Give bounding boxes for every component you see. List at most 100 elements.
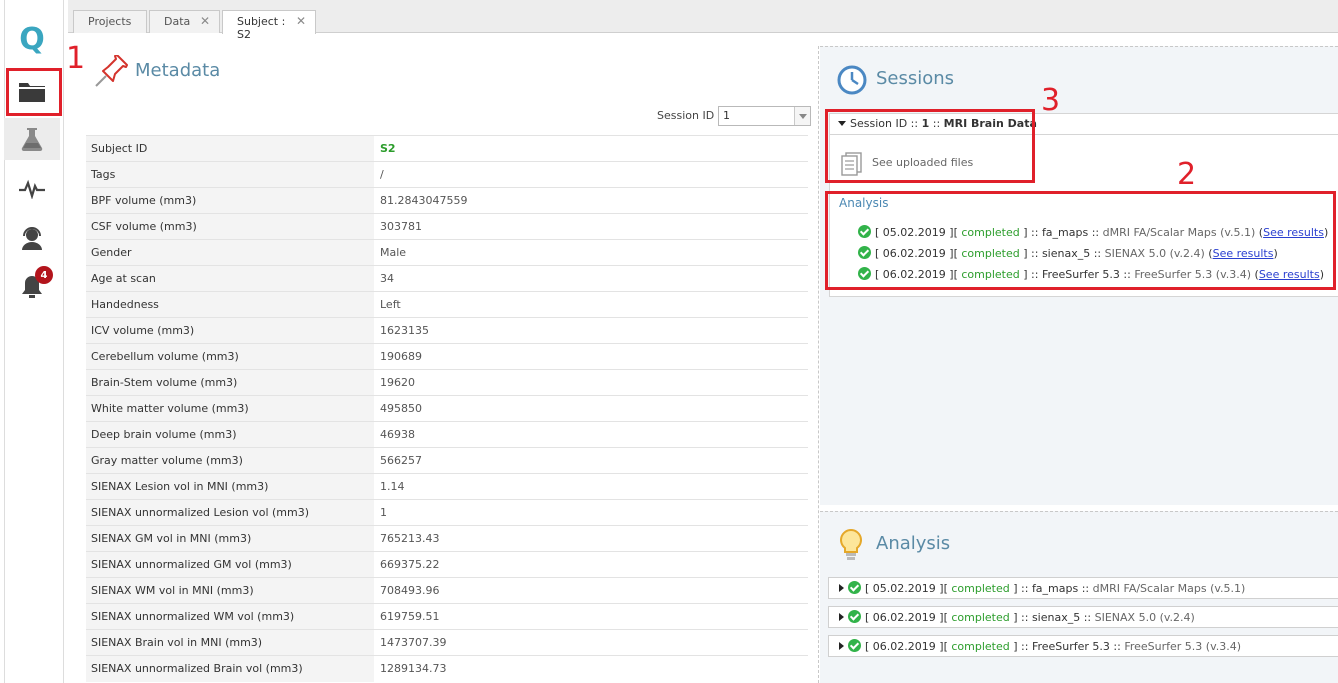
metadata-value: 619759.51 (374, 603, 808, 630)
session-header-name: MRI Brain Data (943, 117, 1037, 130)
metadata-value: 34 (374, 265, 808, 292)
analysis-status: completed (961, 226, 1020, 239)
session-header-prefix: Session ID :: (850, 117, 922, 130)
app-root: Q 4 Projects Data ✕ Subject: S2 ✕ Metad… (0, 0, 1338, 683)
session-id-value: 1 (723, 109, 730, 122)
analysis-tool: dMRI FA/Scalar Maps (v.5.1) (1102, 226, 1256, 239)
session-header-sep: :: (929, 117, 944, 130)
analysis-name: sienax_5 (1041, 247, 1091, 260)
projects-nav-button[interactable] (4, 70, 60, 112)
metadata-value: 708493.96 (374, 577, 808, 604)
metadata-key: Gray matter volume (mm3) (86, 447, 374, 474)
session-analysis-label: Analysis (839, 196, 889, 210)
notification-badge: 4 (35, 266, 53, 284)
see-results-link[interactable]: See results (1263, 226, 1324, 239)
session-analysis-row: [ 05.02.2019 ][ completed ] :: fa_maps :… (858, 225, 1328, 239)
support-agent-icon (22, 227, 42, 250)
table-row: SIENAX GM vol in MNI (mm3) 765213.43 (86, 525, 808, 552)
session-id-select[interactable]: 1 (718, 106, 811, 126)
analysis-accordion-item[interactable]: [ 05.02.2019 ][ completed ] :: fa_maps :… (828, 577, 1338, 599)
analysis-name: FreeSurfer 5.3 (1041, 268, 1120, 281)
tab-projects[interactable]: Projects (73, 10, 147, 33)
support-nav-button[interactable] (4, 217, 60, 259)
metadata-value: Male (374, 239, 808, 266)
table-row: Age at scan 34 (86, 265, 808, 292)
metadata-value: / (374, 161, 808, 188)
check-circle-icon (858, 225, 871, 238)
clock-icon (837, 65, 867, 95)
document-icon (841, 152, 862, 176)
close-icon[interactable]: ✕ (200, 14, 210, 28)
logo-q-icon: Q (19, 21, 45, 57)
triangle-right-icon (839, 613, 844, 621)
metadata-key: SIENAX unnormalized Lesion vol (mm3) (86, 499, 374, 526)
analysis-panel-title: Analysis (876, 533, 951, 554)
analysis-status: completed (951, 582, 1010, 595)
lightbulb-icon (840, 528, 862, 560)
panel-divider[interactable] (818, 46, 819, 683)
pulse-icon (19, 179, 45, 199)
tab-subject[interactable]: Subject : S2 ✕ (222, 10, 316, 41)
analysis-date: 05.02.2019 (882, 226, 946, 239)
metadata-value: 765213.43 (374, 525, 808, 552)
annotation-number-1: 1 (66, 41, 86, 76)
analysis-date: 06.02.2019 (882, 247, 946, 260)
tab-projects-label: Projects (88, 15, 132, 28)
tab-data-label: Data (164, 15, 191, 28)
metadata-key: SIENAX GM vol in MNI (mm3) (86, 525, 374, 552)
table-row: SIENAX WM vol in MNI (mm3) 708493.96 (86, 577, 808, 604)
activity-nav-button[interactable] (4, 168, 60, 210)
analysis-status: completed (961, 247, 1020, 260)
metadata-key: Deep brain volume (mm3) (86, 421, 374, 448)
metadata-key: SIENAX unnormalized Brain vol (mm3) (86, 655, 374, 682)
analysis-accordion-item[interactable]: [ 06.02.2019 ][ completed ] :: sienax_5 … (828, 606, 1338, 628)
analysis-tool: FreeSurfer 5.3 (v.3.4) (1124, 640, 1242, 653)
see-results-link[interactable]: See results (1259, 268, 1320, 281)
table-row: SIENAX unnormalized WM vol (mm3) 619759.5… (86, 603, 808, 630)
metadata-key: Tags (86, 161, 374, 188)
see-uploaded-files-link[interactable]: See uploaded files (872, 156, 973, 169)
table-row: SIENAX Brain vol in MNI (mm3) 1473707.39 (86, 629, 808, 656)
session-header[interactable]: Session ID :: 1 :: MRI Brain Data (829, 113, 1338, 135)
check-circle-icon (848, 610, 861, 623)
annotation-number-3: 3 (1041, 83, 1061, 118)
metadata-value: S2 (374, 135, 808, 162)
see-results-link[interactable]: See results (1213, 247, 1274, 260)
analysis-tool: FreeSurfer 5.3 (v.3.4) (1134, 268, 1252, 281)
metadata-table: Subject ID S2 Tags / BPF volume (mm3) 81.2843… (86, 135, 808, 682)
metadata-key: SIENAX Lesion vol in MNI (mm3) (86, 473, 374, 500)
folder-icon (19, 83, 45, 102)
app-logo[interactable]: Q (4, 18, 60, 60)
table-row: Handedness Left (86, 291, 808, 318)
analysis-date: 06.02.2019 (872, 611, 936, 624)
table-row: SIENAX unnormalized Brain vol (mm3) 12891… (86, 655, 808, 682)
table-row: Subject ID S2 (86, 135, 808, 162)
experiments-nav-button[interactable] (4, 118, 60, 160)
sessions-title: Sessions (876, 68, 955, 89)
chevron-down-icon[interactable] (794, 107, 810, 125)
analysis-status: completed (951, 611, 1010, 624)
table-row: Brain-Stem volume (mm3) 19620 (86, 369, 808, 396)
metadata-key: SIENAX unnormalized GM vol (mm3) (86, 551, 374, 578)
table-row: CSF volume (mm3) 303781 (86, 213, 808, 240)
analysis-tool: SIENAX 5.0 (v.2.4) (1104, 247, 1205, 260)
metadata-value: 190689 (374, 343, 808, 370)
triangle-right-icon (839, 642, 844, 650)
flask-icon (21, 128, 43, 152)
metadata-value: 495850 (374, 395, 808, 422)
tab-data[interactable]: Data ✕ (149, 10, 220, 33)
analysis-tool: SIENAX 5.0 (v.2.4) (1094, 611, 1195, 624)
table-row: SIENAX unnormalized Lesion vol (mm3) 1 (86, 499, 808, 526)
tab-bar: Projects Data ✕ Subject : S2 ✕ (68, 0, 1338, 41)
table-row: Deep brain volume (mm3) 46938 (86, 421, 808, 448)
metadata-key: SIENAX unnormalized WM vol (mm3) (86, 603, 374, 630)
close-icon[interactable]: ✕ (296, 14, 306, 28)
analysis-status: completed (961, 268, 1020, 281)
metadata-key: Subject ID (86, 135, 374, 162)
metadata-key: CSF volume (mm3) (86, 213, 374, 240)
analysis-accordion-item[interactable]: [ 06.02.2019 ][ completed ] :: FreeSurfe… (828, 635, 1338, 657)
table-row: Tags / (86, 161, 808, 188)
left-rail: Q 4 (0, 0, 68, 683)
metadata-value: 1 (374, 499, 808, 526)
table-row: ICV volume (mm3) 1623135 (86, 317, 808, 344)
